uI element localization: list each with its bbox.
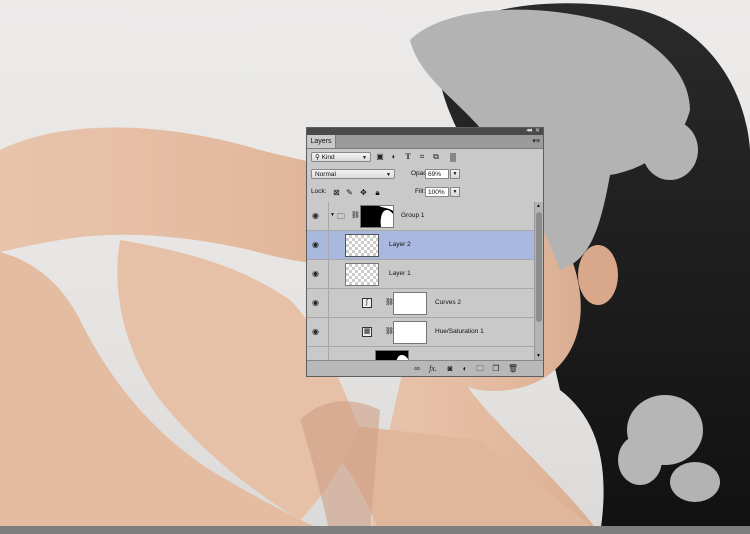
layer-name[interactable]: Layer 2: [389, 241, 411, 249]
blend-mode-dropdown[interactable]: Normal ▼: [311, 169, 395, 179]
layer-row-hue-saturation-1[interactable]: ◉ ▦ ⛓︎ Hue/Saturation 1: [307, 318, 536, 347]
tab-layers[interactable]: Layers: [307, 135, 336, 148]
visibility-cell[interactable]: ◉: [307, 202, 329, 230]
gray-stroke-blob-3: [618, 435, 662, 485]
expand-triangle-icon[interactable]: ▼: [330, 212, 335, 218]
panel-tab-bar: Layers ▾≡: [307, 135, 543, 149]
lock-row: Lock: ⊠ ✎ ✥ 🔒︎ Fill: 100% ▼: [307, 183, 543, 201]
shape-filter-icon[interactable]: ⌗: [417, 152, 427, 162]
image-filter-icon[interactable]: ▣: [375, 152, 385, 162]
layer-row-partial[interactable]: [307, 347, 536, 360]
visibility-cell[interactable]: ◉: [307, 289, 329, 317]
layer-name[interactable]: Curves 2: [435, 299, 461, 307]
fx-icon[interactable]: fx.: [427, 363, 439, 374]
scrollbar-thumb[interactable]: [536, 212, 542, 322]
folder-icon: 🗀︎: [337, 212, 345, 221]
ear-shape: [578, 245, 618, 305]
close-panel-button[interactable]: ✕: [535, 127, 540, 134]
add-mask-icon[interactable]: ◙: [444, 363, 456, 374]
eye-icon[interactable]: ◉: [312, 270, 319, 278]
panel-title-bar[interactable]: ◂◂ ✕: [307, 126, 543, 135]
mask-silhouette: [396, 355, 408, 360]
layer-row-group-1[interactable]: ◉ ▼ 🗀︎ ⛓︎ Group 1: [307, 202, 536, 231]
visibility-cell[interactable]: ◉: [307, 231, 329, 259]
lock-position-icon[interactable]: ✥: [359, 188, 368, 197]
blend-mode-value: Normal: [315, 171, 336, 178]
gray-stroke-right: [642, 120, 698, 180]
layer-mask-thumbnail[interactable]: [393, 292, 427, 315]
new-layer-icon[interactable]: ❐: [490, 363, 502, 374]
filter-kind-dropdown[interactable]: ⚲ Kind ▼: [311, 152, 371, 162]
chevron-down-icon: ▼: [386, 172, 391, 178]
link-icon: ⛓︎: [351, 212, 360, 219]
lock-transparent-pixels-icon[interactable]: ⊠: [332, 188, 341, 197]
scroll-up-icon[interactable]: ▲: [536, 203, 541, 209]
chevron-down-icon: ▼: [362, 155, 367, 161]
partial-mask-thumbnail[interactable]: [375, 350, 409, 360]
layers-scrollbar[interactable]: ▲ ▼: [534, 202, 543, 360]
blend-row: Normal ▼ Opacity: 69% ▼: [307, 165, 543, 183]
layer-row-layer-2[interactable]: ◉ Layer 2: [307, 231, 536, 260]
adjustment-filter-icon[interactable]: ◐: [389, 152, 399, 162]
layer-row-layer-1[interactable]: ◉ Layer 1: [307, 260, 536, 289]
eye-icon[interactable]: ◉: [312, 328, 319, 336]
eye-icon[interactable]: ◉: [312, 241, 319, 249]
layer-name[interactable]: Hue/Saturation 1: [435, 328, 484, 336]
search-icon: ⚲: [315, 154, 322, 161]
visibility-cell[interactable]: [307, 347, 329, 360]
visibility-cell[interactable]: ◉: [307, 318, 329, 346]
new-adjustment-layer-icon[interactable]: ◐: [459, 363, 471, 374]
layer-thumbnail[interactable]: [345, 234, 379, 257]
scroll-down-icon[interactable]: ▼: [536, 353, 541, 359]
curves-adjustment-icon: ∫: [362, 298, 372, 308]
type-filter-icon[interactable]: T: [403, 152, 413, 162]
visibility-cell[interactable]: ◉: [307, 260, 329, 288]
fill-label: Fill:: [415, 188, 426, 195]
filter-toggle-switch[interactable]: [450, 153, 456, 162]
group-mask-thumbnail[interactable]: [360, 205, 394, 228]
layer-name[interactable]: Group 1: [401, 212, 425, 220]
filter-row: ⚲ Kind ▼ ▣ ◐ T ⌗ ⧉: [307, 149, 543, 165]
panel-menu-icon[interactable]: ▾≡: [532, 137, 540, 145]
lock-label: Lock:: [311, 188, 327, 195]
layers-panel[interactable]: ◂◂ ✕ Layers ▾≡ ⚲ Kind ▼ ▣ ◐ T ⌗ ⧉ Normal…: [306, 127, 544, 377]
gray-stroke-blob-2: [670, 462, 720, 502]
filter-kind-value: Kind: [321, 154, 335, 161]
link-layers-icon[interactable]: ∞: [411, 363, 423, 374]
fill-input[interactable]: 100%: [425, 187, 449, 197]
mask-silhouette: [379, 206, 393, 227]
lock-image-pixels-icon[interactable]: ✎: [345, 188, 354, 197]
layer-name[interactable]: Layer 1: [389, 270, 411, 278]
lock-all-icon[interactable]: 🔒︎: [373, 188, 382, 197]
layers-list[interactable]: ◉ ▼ 🗀︎ ⛓︎ Group 1 ◉ Layer 2 ◉ Layer 1 ◉ …: [307, 202, 536, 360]
panel-bottom-toolbar: ∞ fx. ◙ ◐ 🗀︎ ❐ 🗑︎: [307, 360, 543, 376]
opacity-slider-button[interactable]: ▼: [450, 169, 460, 179]
hue-saturation-adjustment-icon: ▦: [362, 327, 372, 337]
layer-thumbnail[interactable]: [345, 263, 379, 286]
new-group-icon[interactable]: 🗀︎: [474, 363, 486, 374]
smart-object-filter-icon[interactable]: ⧉: [431, 152, 441, 162]
layer-row-curves-2[interactable]: ◉ ∫ ⛓︎ Curves 2: [307, 289, 536, 318]
layer-mask-thumbnail[interactable]: [393, 321, 427, 344]
collapse-panel-button[interactable]: ◂◂: [526, 126, 532, 134]
delete-layer-icon[interactable]: 🗑︎: [507, 363, 519, 374]
canvas-bottom-edge: [0, 526, 750, 534]
eye-icon[interactable]: ◉: [312, 212, 319, 220]
eye-icon[interactable]: ◉: [312, 299, 319, 307]
opacity-input[interactable]: 69%: [425, 169, 449, 179]
fill-slider-button[interactable]: ▼: [450, 187, 460, 197]
